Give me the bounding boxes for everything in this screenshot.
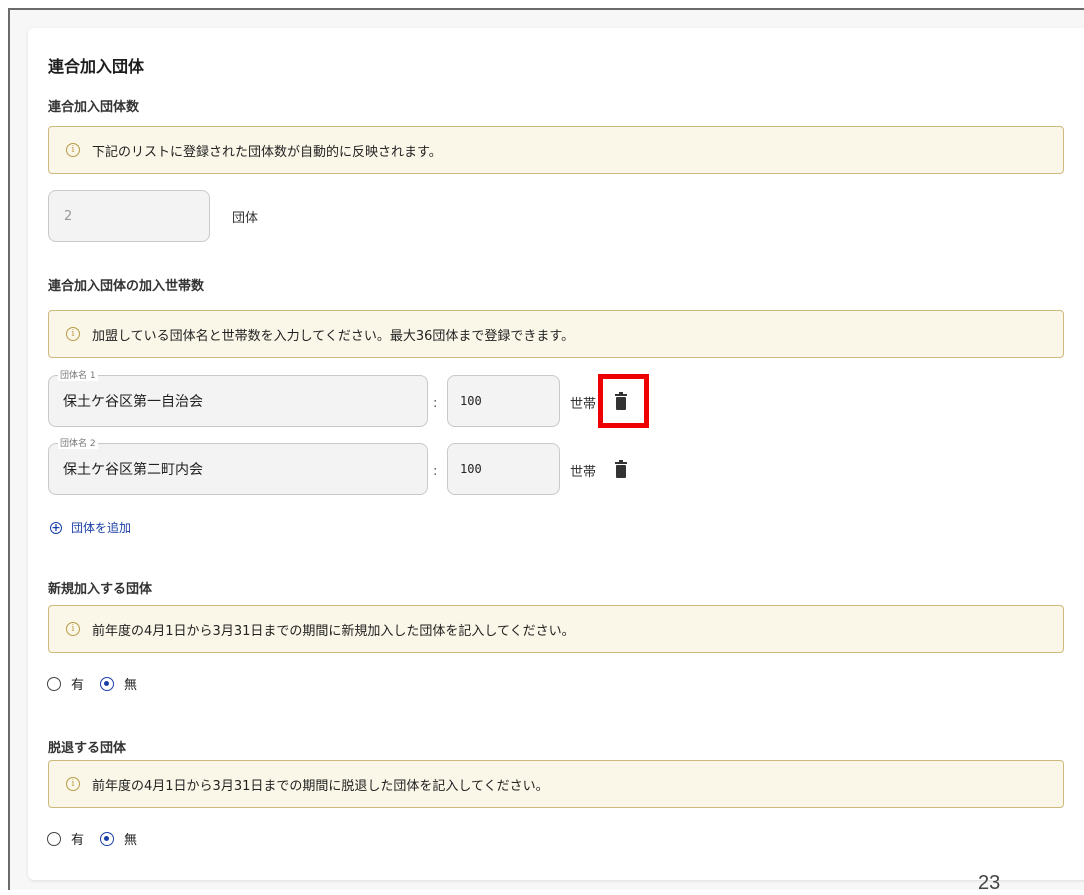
separator-1: :	[433, 396, 438, 411]
new-join-info-text: 前年度の4月1日から3月31日までの期間に新規加入した団体を記入してください。	[92, 623, 575, 639]
add-circle-icon: +	[50, 521, 62, 534]
households-heading: 連合加入団体の加入世帯数	[48, 279, 205, 294]
group-count-unit: 団体	[232, 211, 259, 226]
new-join-heading: 新規加入する団体	[48, 582, 153, 597]
new-join-radio-no-label: 無	[124, 678, 138, 693]
household-count-field-2[interactable]: 100	[447, 443, 560, 495]
section-title: 連合加入団体	[48, 57, 145, 76]
withdraw-info: i 前年度の4月1日から3月31日までの期間に脱退した団体を記入してください。	[48, 760, 1064, 808]
group-count-field: 2	[48, 190, 210, 242]
household-unit-1: 世帯	[570, 397, 597, 412]
trash-icon[interactable]	[613, 460, 629, 482]
group-count-value: 2	[64, 208, 73, 224]
info-icon: i	[66, 143, 80, 157]
page-number: 23	[978, 872, 1001, 894]
households-info-text: 加盟している団体名と世帯数を入力してください。最大36団体まで登録できます。	[92, 328, 575, 344]
add-group-button[interactable]: + 団体を追加	[50, 519, 131, 536]
household-count-value-2: 100	[460, 462, 482, 476]
delete-highlight-box	[598, 374, 649, 428]
info-icon: i	[66, 777, 80, 791]
group-name-value-1: 保土ケ谷区第一自治会	[63, 394, 203, 410]
withdraw-radio-no[interactable]	[100, 831, 115, 846]
info-icon: i	[66, 327, 80, 341]
group-name-label-2: 団体名 2	[58, 436, 98, 449]
group-name-field-1[interactable]: 保土ケ谷区第一自治会	[48, 375, 428, 427]
withdraw-radio-no-label: 無	[124, 833, 138, 848]
add-group-label: 団体を追加	[71, 521, 132, 535]
withdraw-radio-yes[interactable]	[47, 831, 61, 846]
new-join-radio-yes[interactable]	[47, 676, 61, 691]
new-join-radio-group: 有 無	[47, 674, 137, 693]
group-name-label-1: 団体名 1	[58, 368, 98, 381]
household-unit-2: 世帯	[570, 465, 597, 480]
household-count-field-1[interactable]: 100	[447, 375, 560, 427]
new-join-radio-yes-label: 有	[71, 678, 85, 693]
household-count-value-1: 100	[460, 394, 482, 408]
info-icon: i	[66, 622, 80, 636]
separator-2: :	[433, 464, 438, 479]
withdraw-radio-group: 有 無	[47, 829, 137, 848]
group-name-field-2[interactable]: 保土ケ谷区第二町内会	[48, 443, 428, 495]
new-join-radio-no[interactable]	[100, 676, 115, 691]
group-count-heading: 連合加入団体数	[48, 100, 140, 115]
withdraw-radio-yes-label: 有	[71, 833, 85, 848]
withdraw-heading: 脱退する団体	[48, 741, 127, 756]
new-join-info: i 前年度の4月1日から3月31日までの期間に新規加入した団体を記入してください…	[48, 605, 1064, 653]
withdraw-info-text: 前年度の4月1日から3月31日までの期間に脱退した団体を記入してください。	[92, 778, 549, 794]
group-count-info-text: 下記のリストに登録された団体数が自動的に反映されます。	[92, 144, 442, 160]
group-count-info: i 下記のリストに登録された団体数が自動的に反映されます。	[48, 126, 1064, 174]
households-info: i 加盟している団体名と世帯数を入力してください。最大36団体まで登録できます。	[48, 310, 1064, 358]
group-name-value-2: 保土ケ谷区第二町内会	[63, 462, 203, 478]
